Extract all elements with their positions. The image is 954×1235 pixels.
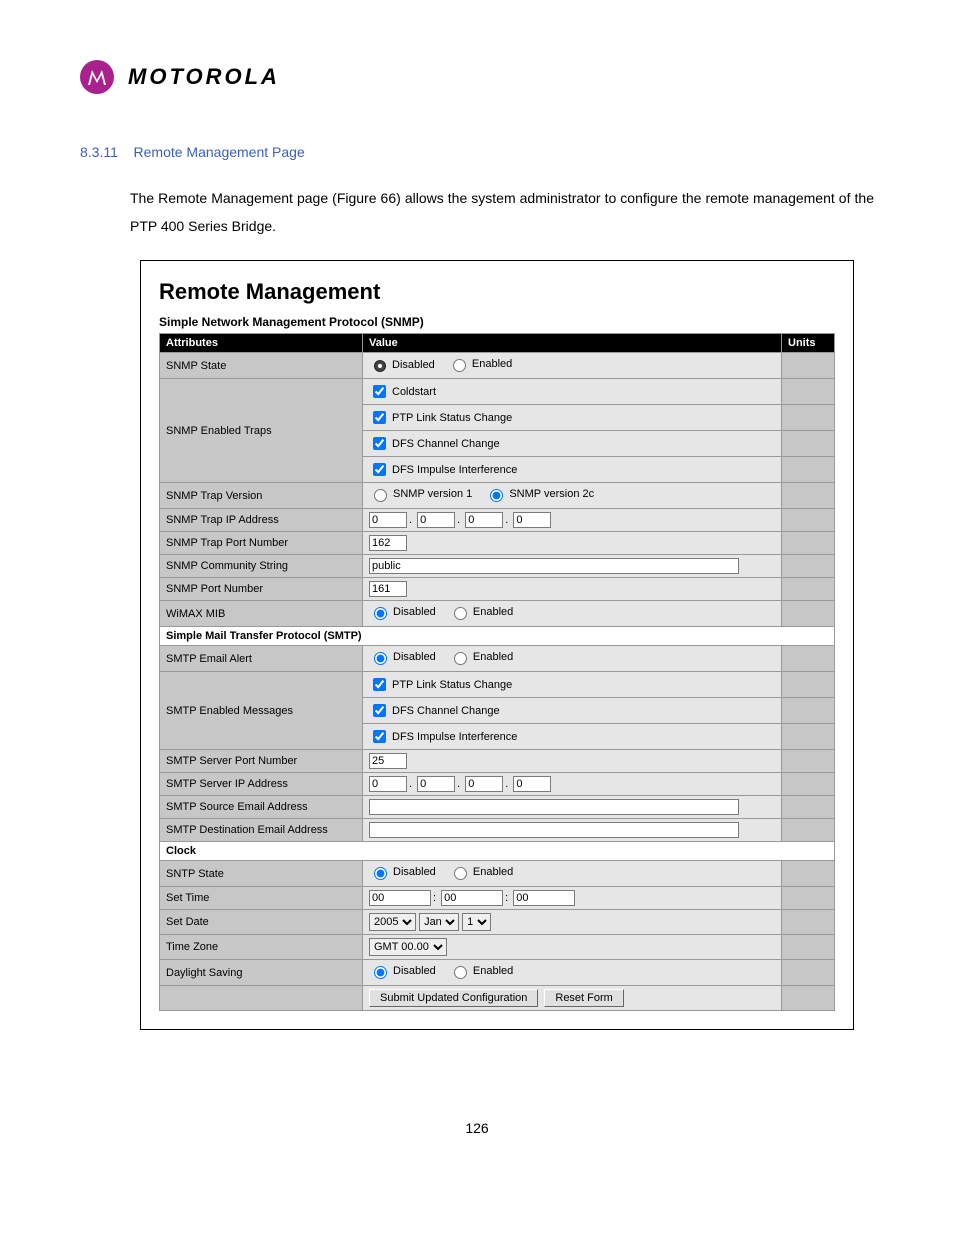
intro-paragraph: The Remote Management page (Figure 66) a… <box>130 184 874 240</box>
figure-title: Remote Management <box>159 279 835 305</box>
snmp-trap-version-label: SNMP Trap Version <box>160 483 363 509</box>
smtp-subtitle: Simple Mail Transfer Protocol (SMTP) <box>160 627 835 646</box>
dst-disabled-radio[interactable] <box>374 966 387 979</box>
brand-wordmark: MOTOROLA <box>128 64 280 90</box>
figure-remote-management: Remote Management Simple Network Managem… <box>140 260 854 1030</box>
smtp-dst-email-input[interactable] <box>369 822 739 838</box>
snmp-state-enabled-radio[interactable] <box>453 359 466 372</box>
date-month-select[interactable]: Jan <box>419 913 459 931</box>
table-row: SMTP Source Email Address <box>160 796 835 819</box>
table-row: SNMP Community String <box>160 555 835 578</box>
time-mm-input[interactable] <box>441 890 503 906</box>
smtp-msgs-label: SMTP Enabled Messages <box>160 672 363 750</box>
snmp-port-label: SNMP Port Number <box>160 578 363 601</box>
trap-ip-2[interactable] <box>417 512 455 528</box>
snmp-v2c-radio[interactable] <box>490 489 503 502</box>
table-row: SMTP Server Port Number <box>160 750 835 773</box>
table-row: Submit Updated Configuration Reset Form <box>160 986 835 1011</box>
community-input[interactable] <box>369 558 739 574</box>
table-row: SNMP State Disabled Enabled <box>160 353 835 379</box>
col-value: Value <box>363 334 782 353</box>
table-row: SMTP Server IP Address . . . <box>160 773 835 796</box>
time-hh-input[interactable] <box>369 890 431 906</box>
motorola-logo-icon <box>80 60 114 94</box>
col-units: Units <box>782 334 835 353</box>
smtp-dst-email-label: SMTP Destination Email Address <box>160 819 363 842</box>
submit-button[interactable]: Submit Updated Configuration <box>369 989 538 1007</box>
section-title: Remote Management Page <box>134 144 305 160</box>
smtp-alert-disabled-radio[interactable] <box>374 652 387 665</box>
table-row: SNMP Trap Port Number <box>160 532 835 555</box>
table-row: Time Zone GMT 00.00 <box>160 935 835 960</box>
table-row: SMTP Enabled Messages PTP Link Status Ch… <box>160 672 835 698</box>
time-zone-label: Time Zone <box>160 935 363 960</box>
smtp-msg-ptp-checkbox[interactable] <box>373 678 386 691</box>
smtp-msg-dfs-channel-checkbox[interactable] <box>373 704 386 717</box>
section-header: 8.3.11 Remote Management Page <box>80 144 874 160</box>
smtp-ip-2[interactable] <box>417 776 455 792</box>
smtp-ip-1[interactable] <box>369 776 407 792</box>
smtp-alert-label: SMTP Email Alert <box>160 646 363 672</box>
snmp-trap-port-label: SNMP Trap Port Number <box>160 532 363 555</box>
wimax-mib-label: WiMAX MIB <box>160 601 363 627</box>
date-day-select[interactable]: 1 <box>462 913 491 931</box>
smtp-src-email-label: SMTP Source Email Address <box>160 796 363 819</box>
snmp-traps-label: SNMP Enabled Traps <box>160 379 363 483</box>
table-row: SMTP Email Alert Disabled Enabled <box>160 646 835 672</box>
smtp-ip-3[interactable] <box>465 776 503 792</box>
trap-ptp-link-checkbox[interactable] <box>373 411 386 424</box>
snmp-state-disabled-radio[interactable] <box>374 360 386 372</box>
wimax-enabled-radio[interactable] <box>454 607 467 620</box>
table-row: Set Time : : <box>160 887 835 910</box>
smtp-srv-ip-label: SMTP Server IP Address <box>160 773 363 796</box>
smtp-ip-4[interactable] <box>513 776 551 792</box>
reset-button[interactable]: Reset Form <box>544 989 623 1007</box>
smtp-alert-enabled-radio[interactable] <box>454 652 467 665</box>
snmp-subtitle: Simple Network Management Protocol (SNMP… <box>159 315 835 329</box>
table-row: SNMP Port Number <box>160 578 835 601</box>
set-date-label: Set Date <box>160 910 363 935</box>
smtp-msg-dfs-impulse-checkbox[interactable] <box>373 730 386 743</box>
table-row: SNMP Enabled Traps Coldstart <box>160 379 835 405</box>
table-row: SMTP Destination Email Address <box>160 819 835 842</box>
snmp-v1-radio[interactable] <box>374 489 387 502</box>
trap-port-input[interactable] <box>369 535 407 551</box>
date-year-select[interactable]: 2005 <box>369 913 416 931</box>
section-number: 8.3.11 <box>80 144 118 160</box>
table-row: SNMP Trap Version SNMP version 1 SNMP ve… <box>160 483 835 509</box>
table-row: Set Date 2005 Jan 1 <box>160 910 835 935</box>
col-attributes: Attributes <box>160 334 363 353</box>
daylight-saving-label: Daylight Saving <box>160 960 363 986</box>
trap-ip-3[interactable] <box>465 512 503 528</box>
smtp-srv-port-label: SMTP Server Port Number <box>160 750 363 773</box>
sntp-enabled-radio[interactable] <box>454 867 467 880</box>
sntp-disabled-radio[interactable] <box>374 867 387 880</box>
time-ss-input[interactable] <box>513 890 575 906</box>
time-zone-select[interactable]: GMT 00.00 <box>369 938 447 956</box>
snmp-trap-ip-label: SNMP Trap IP Address <box>160 509 363 532</box>
trap-ip-4[interactable] <box>513 512 551 528</box>
table-row: Daylight Saving Disabled Enabled <box>160 960 835 986</box>
smtp-src-email-input[interactable] <box>369 799 739 815</box>
table-header-row: Attributes Value Units <box>160 334 835 353</box>
wimax-disabled-radio[interactable] <box>374 607 387 620</box>
set-time-label: Set Time <box>160 887 363 910</box>
sntp-state-label: SNTP State <box>160 861 363 887</box>
brand-header: MOTOROLA <box>80 60 874 94</box>
trap-coldstart-checkbox[interactable] <box>373 385 386 398</box>
trap-dfs-impulse-checkbox[interactable] <box>373 463 386 476</box>
page-number: 126 <box>80 1120 874 1136</box>
config-table: Attributes Value Units SNMP State Disabl… <box>159 333 835 1011</box>
table-row: WiMAX MIB Disabled Enabled <box>160 601 835 627</box>
dst-enabled-radio[interactable] <box>454 966 467 979</box>
snmp-community-label: SNMP Community String <box>160 555 363 578</box>
table-row: SNMP Trap IP Address . . . <box>160 509 835 532</box>
snmp-state-label: SNMP State <box>160 353 363 379</box>
table-row: SNTP State Disabled Enabled <box>160 861 835 887</box>
trap-ip-1[interactable] <box>369 512 407 528</box>
smtp-srv-port-input[interactable] <box>369 753 407 769</box>
clock-subtitle: Clock <box>160 842 835 861</box>
trap-dfs-channel-checkbox[interactable] <box>373 437 386 450</box>
snmp-port-input[interactable] <box>369 581 407 597</box>
